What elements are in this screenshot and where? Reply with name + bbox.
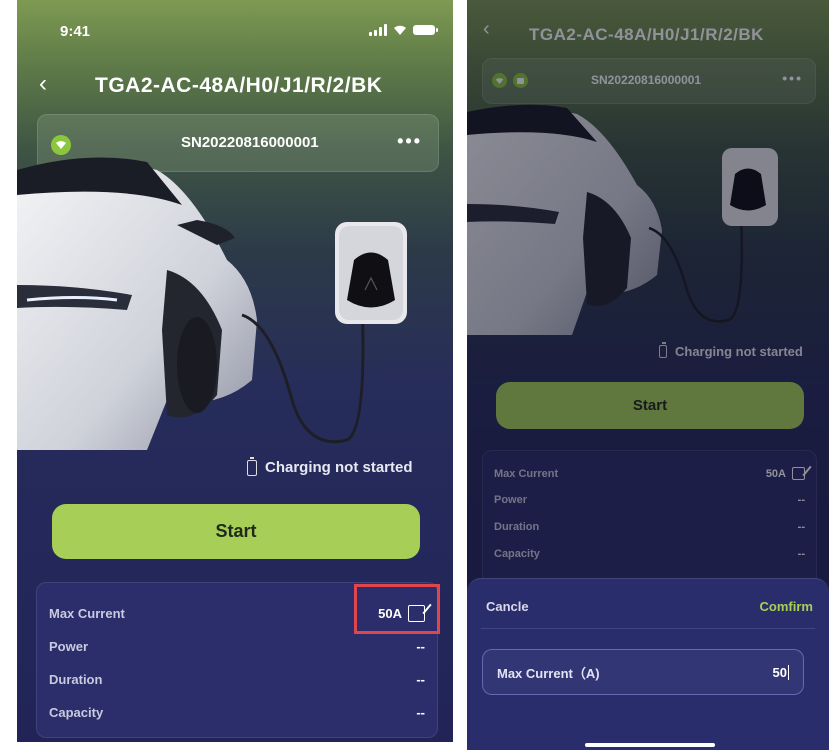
wifi-status-icon — [394, 25, 406, 35]
info-value: -- — [416, 672, 425, 687]
signal-icon — [369, 24, 387, 36]
home-indicator — [585, 743, 715, 747]
highlight-box — [354, 584, 440, 634]
back-chevron-icon[interactable]: ‹ — [39, 70, 47, 98]
divider — [481, 628, 815, 629]
info-label: Max Current — [49, 606, 125, 621]
status-time: 9:41 — [60, 23, 91, 40]
phone-screen-main: 9:41 ‹ TGA2-AC-48A/H0/J1/R/2/BK SN202208… — [17, 0, 453, 742]
info-row-capacity: Capacity -- — [49, 705, 425, 720]
cancel-button[interactable]: Cancle — [486, 599, 529, 614]
info-value: -- — [416, 705, 425, 720]
max-current-input-label: Max Current（A) — [497, 665, 600, 681]
charging-status-text: Charging not started — [265, 459, 413, 476]
info-row-power: Power -- — [49, 639, 425, 654]
max-current-input-value[interactable]: 50 — [773, 664, 789, 680]
confirm-button[interactable]: Comfirm — [760, 599, 813, 614]
info-value: -- — [416, 639, 425, 654]
info-row-duration: Duration -- — [49, 672, 425, 687]
max-current-input[interactable]: Max Current（A) 50 — [482, 649, 804, 695]
car-charger-illustration — [17, 157, 407, 450]
device-serial: SN20220816000001 — [181, 134, 319, 151]
info-label: Capacity — [49, 705, 104, 720]
info-label: Duration — [49, 672, 103, 687]
charging-status: Charging not started — [247, 456, 413, 476]
battery-icon — [413, 25, 438, 35]
more-options-icon[interactable]: ••• — [397, 131, 422, 152]
battery-status-icon — [247, 456, 257, 476]
status-icons — [369, 24, 438, 36]
phone-screen-edit-dialog: ‹ TGA2-AC-48A/H0/J1/R/2/BK SN20220816000… — [467, 0, 829, 750]
info-label: Power — [49, 639, 89, 654]
start-button[interactable]: Start — [52, 504, 420, 559]
edit-max-current-sheet: Cancle Comfirm Max Current（A) 50 — [467, 578, 829, 750]
page-title: TGA2-AC-48A/H0/J1/R/2/BK — [95, 74, 383, 97]
